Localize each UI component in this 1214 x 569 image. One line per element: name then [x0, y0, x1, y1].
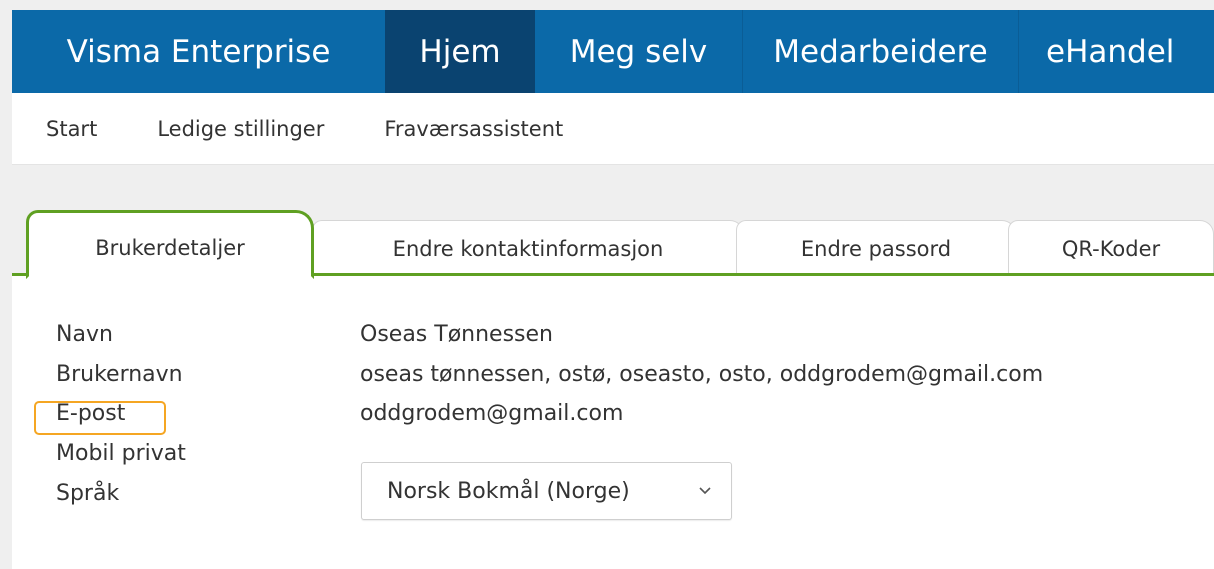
nav-item-ehandel[interactable]: eHandel: [1019, 10, 1214, 93]
tab-endre-passord[interactable]: Endre passord: [736, 220, 1016, 276]
language-select[interactable]: Norsk Bokmål (Norge): [361, 462, 732, 520]
tab-qr-koder[interactable]: QR-Koder: [1008, 220, 1214, 276]
label-navn: Navn: [56, 322, 113, 347]
tab-bar: Brukerdetaljer Endre kontaktinformasjon …: [12, 210, 1214, 279]
main-content: Brukerdetaljer Endre kontaktinformasjon …: [12, 165, 1214, 569]
sub-navigation: Start Ledige stillinger Fraværsassistent: [12, 93, 1214, 165]
label-sprak: Språk: [56, 481, 120, 506]
label-e-post: E-post: [56, 401, 126, 426]
user-details-panel: Navn Brukernavn E-post Mobil privat Språ…: [12, 273, 1214, 569]
label-brukernavn: Brukernavn: [56, 362, 183, 387]
tab-endre-kontaktinformasjon[interactable]: Endre kontaktinformasjon: [312, 220, 744, 276]
chevron-down-icon: [699, 487, 711, 495]
top-navigation: Visma Enterprise Hjem Meg selv Medarbeid…: [12, 10, 1214, 93]
subnav-item-fravaersassistent[interactable]: Fraværsassistent: [384, 117, 563, 141]
value-e-post: oddgrodem@gmail.com: [360, 401, 624, 426]
nav-item-medarbeidere[interactable]: Medarbeidere: [743, 10, 1018, 93]
language-select-value: Norsk Bokmål (Norge): [387, 478, 630, 504]
subnav-item-start[interactable]: Start: [46, 117, 97, 141]
label-mobil-privat: Mobil privat: [56, 441, 186, 466]
subnav-item-ledige-stillinger[interactable]: Ledige stillinger: [157, 117, 324, 141]
nav-item-hjem[interactable]: Hjem: [385, 10, 535, 93]
nav-item-meg-selv[interactable]: Meg selv: [535, 10, 742, 93]
value-brukernavn: oseas tønnessen, ostø, oseasto, osto, od…: [360, 362, 1044, 387]
tab-brukerdetaljer[interactable]: Brukerdetaljer: [26, 210, 314, 279]
value-navn: Oseas Tønnessen: [360, 322, 553, 347]
brand-title[interactable]: Visma Enterprise: [12, 10, 385, 93]
